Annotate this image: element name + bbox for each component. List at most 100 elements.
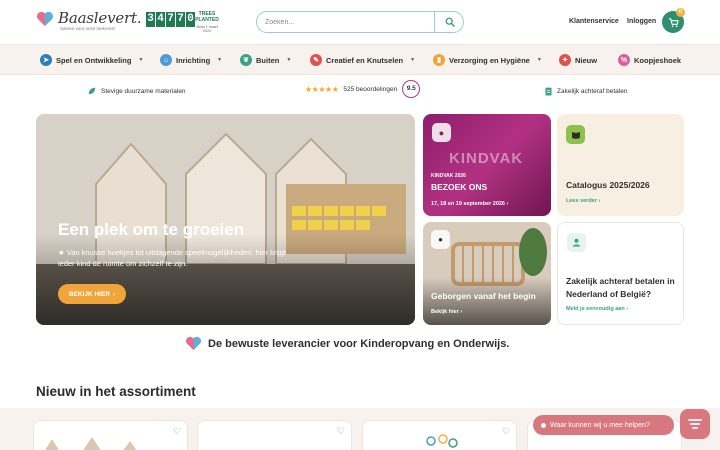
hero-title: Een plek om te groeien: [58, 220, 245, 239]
hero-cta-label: BEKIJK HIER: [68, 290, 110, 298]
trees-digit: 7: [176, 12, 185, 27]
rating-score-badge: 9.5: [402, 80, 421, 98]
search-box: [256, 10, 464, 33]
nav-item-label: Spel en Ontwikkeling: [56, 55, 132, 65]
chevron-down-icon: ▼: [138, 57, 144, 63]
arrow-right-icon: ›: [113, 290, 116, 298]
heart-favorite-icon[interactable]: ♡: [502, 426, 510, 437]
nav-item-label: Nieuw: [575, 55, 598, 65]
product-image: [426, 434, 458, 448]
product-image: [45, 437, 137, 450]
nav-item-nieuw[interactable]: ✦ Nieuw: [559, 53, 597, 67]
baby-link[interactable]: Bekijk hier ›: [431, 309, 462, 315]
chat-prompt-text: Waar kunnen wij u mee helpen?: [550, 421, 650, 429]
tile-icon-box: ●: [432, 123, 451, 142]
usp-sustainable-text: Stevige duurzame materialen: [101, 87, 186, 95]
heart-favorite-icon[interactable]: ♡: [337, 426, 345, 437]
bottle-icon: ▮: [433, 54, 445, 66]
business-link[interactable]: Meld je eenvoudig aan ›: [566, 306, 628, 312]
trees-digit: 7: [166, 12, 175, 27]
tile-icon-box: [566, 125, 585, 144]
book-icon: [571, 131, 580, 139]
logo-text: Baaslevert.: [58, 9, 142, 27]
house-icon: ⌂: [160, 54, 172, 66]
kindvak-dates: 17, 18 en 19 september 2026 ›: [431, 201, 508, 207]
trees-planted-badge[interactable]: 3 4 7 7 0 TREES PLANTED Sinds 1 maart 20…: [146, 9, 222, 33]
search-button[interactable]: [434, 10, 464, 33]
document-icon: [545, 87, 552, 95]
usp-pay-later-text: Zakelijk achteraf betalen: [557, 87, 628, 95]
catalog-link[interactable]: Lees verder ›: [566, 198, 600, 204]
main-navigation: ➤ Spel en Ontwikkeling ▼ ⌂ Inrichting ▼ …: [0, 44, 720, 75]
chat-prompt-bubble[interactable]: Waar kunnen wij u mee helpen?: [533, 415, 674, 435]
chat-open-button[interactable]: [680, 409, 710, 439]
baby-tile[interactable]: ● Geborgen vanaf het begin Bekijk hier ›: [423, 222, 551, 325]
tile-icon-box: [567, 233, 586, 252]
search-input[interactable]: [265, 15, 435, 29]
menu-lines-icon: [688, 419, 702, 429]
nav-item-label: Creatief en Knutselen: [326, 55, 404, 65]
kindvak-year: KINDVAK 2026: [431, 173, 466, 179]
site-header: Baaslevert. Samen voor onze toekomst 3 4…: [0, 0, 720, 44]
tag-icon: %: [618, 54, 630, 66]
hero-banner[interactable]: Een plek om te groeien ★ Van knusse hoek…: [36, 114, 415, 325]
nav-item-label: Verzorging en Hygiëne: [449, 55, 530, 65]
catalog-tile[interactable]: Catalogus 2025/2026 Lees verder ›: [557, 114, 684, 216]
trees-label: TREES PLANTED: [195, 11, 219, 23]
chat-icon: ●: [438, 127, 445, 138]
nav-item-inrichting[interactable]: ⌂ Inrichting ▼: [160, 53, 222, 67]
new-badge-icon: ✦: [559, 54, 571, 66]
nav-item-creatief-en-knutselen[interactable]: ✎ Creatief en Knutselen ▼: [310, 53, 415, 67]
product-card[interactable]: ♡: [197, 420, 352, 450]
business-link-text: Meld je eenvoudig aan: [566, 306, 625, 312]
baby-title: Geborgen vanaf het begin: [431, 291, 536, 301]
usp-sustainable: Stevige duurzame materialen: [88, 84, 186, 98]
pacifier-icon: ●: [438, 235, 443, 244]
kindvak-logo-text: KINDVAK: [449, 150, 524, 167]
reviews-count: 525 beoordelingen: [343, 85, 398, 93]
trees-counter: 3 4 7 7 0: [146, 12, 195, 27]
product-card[interactable]: ♡: [33, 420, 188, 450]
business-title: Zakelijk achteraf betalen in Nederland o…: [566, 276, 675, 299]
logo[interactable]: Baaslevert. Samen voor onze toekomst: [36, 9, 142, 35]
cart-icon: [668, 17, 679, 27]
arrow-right-icon: ›: [506, 201, 509, 207]
arrow-right-icon: ›: [598, 198, 601, 204]
tagline: De bewuste leverancier voor Kinderopvang…: [185, 336, 509, 351]
catalog-title: Catalogus 2025/2026: [566, 180, 650, 190]
login-link[interactable]: Inloggen: [627, 18, 656, 25]
nav-item-buiten[interactable]: ❦ Buiten ▼: [240, 53, 291, 67]
nav-item-label: Koopjeshoek: [634, 55, 682, 65]
search-icon: [445, 17, 455, 27]
hero-cta-button[interactable]: BEKIJK HIER ›: [58, 284, 126, 304]
cart-count-badge: 0: [676, 8, 685, 17]
arrow-right-icon: ›: [460, 309, 463, 315]
nav-item-koopjeshoek[interactable]: % Koopjeshoek: [618, 53, 681, 67]
usp-pay-later: Zakelijk achteraf betalen: [545, 84, 627, 98]
leaf-icon: [88, 87, 96, 95]
chevron-down-icon: ▼: [286, 57, 292, 63]
leaf-icon: ❦: [240, 54, 252, 66]
hero-description: ★ Van knusse hoekjes tot uitdagende spee…: [58, 248, 286, 268]
customer-service-link[interactable]: Klantenservice: [569, 18, 619, 25]
product-card[interactable]: ♡: [362, 420, 517, 450]
trees-digit: 3: [146, 12, 155, 27]
arrow-right-icon: ›: [626, 306, 629, 312]
cart-button[interactable]: 0: [662, 8, 685, 33]
new-section-title: Nieuw in het assortiment: [36, 384, 196, 399]
tile-icon-box: ●: [431, 230, 450, 249]
nav-item-label: Buiten: [256, 55, 280, 65]
rating-stars-icon: ★★★★★: [305, 84, 339, 94]
nav-item-spel-en-ontwikkeling[interactable]: ➤ Spel en Ontwikkeling ▼: [40, 53, 143, 67]
nav-item-label: Inrichting: [176, 55, 211, 65]
chevron-down-icon: ▼: [410, 57, 416, 63]
palette-icon: ✎: [310, 54, 322, 66]
nav-item-verzorging-en-hygiene[interactable]: ▮ Verzorging en Hygiëne ▼: [433, 53, 542, 67]
baby-link-text: Bekijk hier: [431, 309, 459, 315]
kindvak-tile[interactable]: ● KINDVAK KINDVAK 2026 BEZOEK ONS 17, 18…: [423, 114, 551, 216]
heart-favorite-icon[interactable]: ♡: [173, 426, 181, 437]
business-payment-tile[interactable]: Zakelijk achteraf betalen in Nederland o…: [557, 222, 684, 325]
rocket-icon: ➤: [40, 54, 52, 66]
usp-reviews[interactable]: ★★★★★ 525 beoordelingen 9.5: [305, 80, 421, 98]
kindvak-title: BEZOEK ONS: [431, 182, 488, 192]
